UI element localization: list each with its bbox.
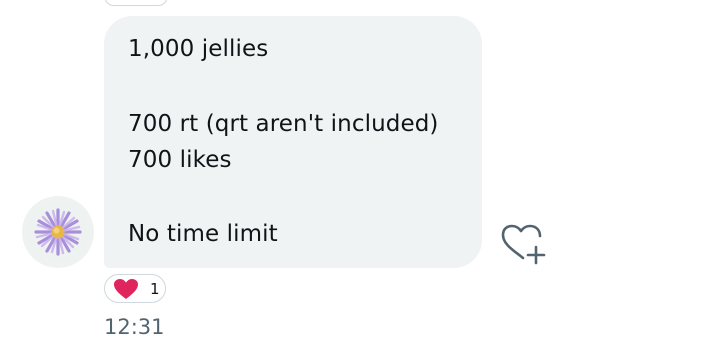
reaction-badge[interactable]: 1 (104, 274, 166, 303)
add-reaction-button[interactable] (500, 224, 548, 266)
message-line: 700 likes (128, 147, 232, 173)
red-heart-icon (114, 279, 138, 299)
message-line: 1,000 jellies (128, 36, 269, 62)
message-bubble[interactable]: 1,000 jellies 700 rt (qrt aren't include… (104, 16, 482, 268)
avatar[interactable] (22, 196, 94, 268)
heart-plus-icon (501, 224, 546, 265)
message-line: 700 rt (qrt aren't included) (128, 111, 439, 137)
message-timestamp: 12:31 (104, 315, 165, 339)
purple-aster-flower-icon (34, 208, 82, 256)
previous-reaction-pill (104, 0, 168, 6)
reaction-count: 1 (150, 280, 160, 298)
message-line: No time limit (128, 221, 278, 247)
